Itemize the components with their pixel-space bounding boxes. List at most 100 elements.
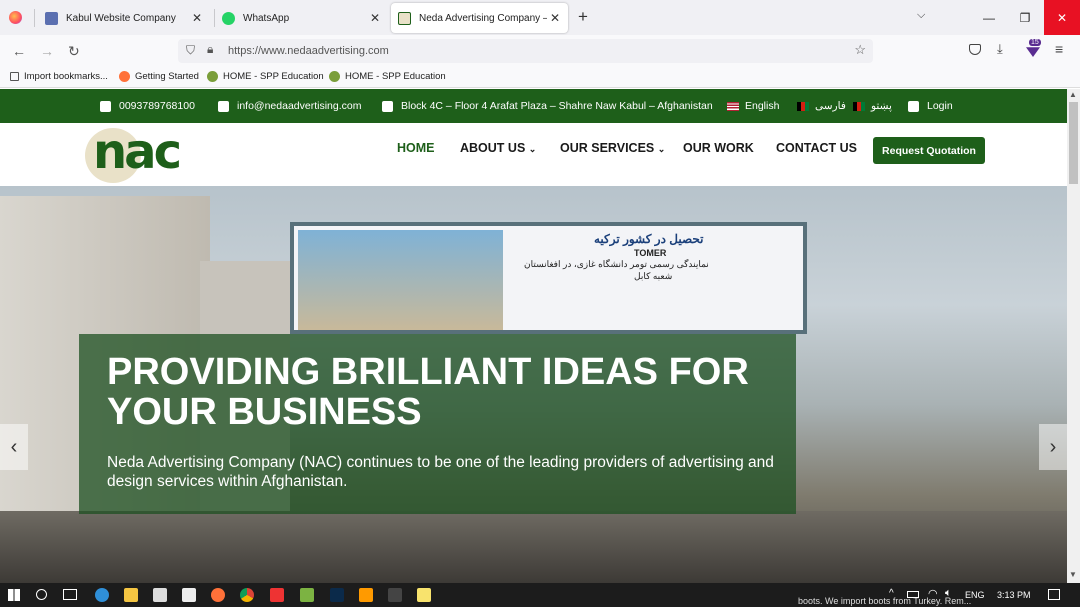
- mail-icon[interactable]: [182, 588, 196, 602]
- edge-icon[interactable]: [95, 588, 109, 602]
- battery-icon[interactable]: [907, 591, 919, 598]
- back-arrow-icon[interactable]: ←: [12, 43, 26, 59]
- menu-home[interactable]: HOME: [397, 141, 435, 155]
- browser-tab-bar: Kabul Website Company ✕ WhatsApp ✕ Neda …: [0, 0, 1080, 35]
- whatsapp-icon: [222, 11, 235, 25]
- nac-favicon-icon: [398, 11, 411, 25]
- menu-work[interactable]: OUR WORK: [683, 141, 754, 155]
- volume-muted-icon[interactable]: 🔈︎: [945, 587, 952, 600]
- reload-icon[interactable]: ↻: [68, 43, 80, 60]
- scroll-thumb[interactable]: [1069, 102, 1078, 184]
- firefox-menu-icon[interactable]: [9, 11, 22, 24]
- pocket-icon[interactable]: [969, 44, 981, 55]
- scroll-up-icon[interactable]: ▲: [1069, 90, 1077, 99]
- bookmark-spp-education[interactable]: HOME - SPP Education: [207, 71, 324, 82]
- chevron-down-icon: ⌄: [657, 144, 666, 154]
- billboard-photo: [298, 230, 503, 330]
- building-icon: [382, 100, 393, 112]
- envelope-icon: [218, 100, 229, 112]
- search-icon[interactable]: [36, 589, 47, 600]
- close-window-button[interactable]: ✕: [1044, 0, 1080, 35]
- spp-icon: [207, 71, 218, 82]
- slider-prev-button[interactable]: ‹: [0, 424, 28, 470]
- phone-icon: [100, 100, 111, 112]
- request-quotation-button[interactable]: Request Quotation: [873, 137, 985, 164]
- new-tab-button[interactable]: +: [578, 7, 588, 27]
- tab-kabul-website[interactable]: Kabul Website Company ✕: [38, 3, 210, 33]
- import-icon: [10, 72, 19, 81]
- lang-farsi[interactable]: فارسی: [797, 100, 846, 112]
- billboard-title: تحصیل در کشور ترکیه: [594, 232, 704, 246]
- tab-label: Kabul Website Company: [66, 12, 176, 24]
- topbar-email[interactable]: info@nedaadvertising.com: [218, 100, 361, 112]
- kabul-website-favicon-icon: [45, 11, 58, 25]
- tracking-shield-icon[interactable]: ⛉: [186, 43, 195, 58]
- url-bar[interactable]: ⛉ 🔒︎ https://www.nedaadvertising.com ☆: [178, 39, 873, 63]
- bookmark-import[interactable]: Import bookmarks...: [10, 71, 108, 82]
- user-icon: [908, 100, 919, 112]
- tab-whatsapp[interactable]: WhatsApp ✕: [216, 3, 388, 33]
- store-icon[interactable]: [153, 588, 167, 602]
- menu-services[interactable]: OUR SERVICES ⌄: [560, 141, 665, 155]
- app-menu-icon[interactable]: ≡: [1055, 41, 1063, 57]
- extension-badge: 15: [1029, 39, 1041, 46]
- street-scene: [0, 511, 1067, 583]
- photoshop-icon[interactable]: [330, 588, 344, 602]
- sticky-notes-icon[interactable]: [417, 588, 431, 602]
- chevron-down-icon: ⌄: [528, 144, 537, 154]
- windows-taskbar: boots. We import boots from Turkey. Rem.…: [0, 583, 1080, 607]
- list-tabs-chevron-icon[interactable]: ⌵: [917, 9, 925, 22]
- page-scrollbar[interactable]: ▲ ▼: [1067, 89, 1080, 583]
- restore-button[interactable]: ❐: [1007, 0, 1043, 35]
- forward-arrow-icon[interactable]: →: [40, 43, 54, 59]
- afghan-flag-icon: [797, 101, 809, 111]
- language-indicator[interactable]: ENG: [965, 590, 985, 600]
- firefox-icon: [119, 71, 130, 82]
- wifi-icon[interactable]: ◠: [928, 587, 938, 600]
- firefox-taskbar-icon[interactable]: [211, 588, 225, 602]
- slider-next-button[interactable]: ›: [1039, 424, 1067, 470]
- billboard: تحصیل در کشور ترکیه TOMER نمایندگی رسمی …: [290, 222, 807, 334]
- site-logo[interactable]: nac: [85, 124, 205, 183]
- hero-slider: تحصیل در کشور ترکیه TOMER نمایندگی رسمی …: [0, 186, 1067, 583]
- bookmark-spp-education-2[interactable]: HOME - SPP Education: [329, 71, 446, 82]
- windows-start-icon[interactable]: [8, 589, 20, 601]
- chrome-icon[interactable]: [240, 588, 254, 602]
- site-topbar: 0093789768100 info@nedaadvertising.com B…: [0, 89, 1067, 123]
- calculator-icon[interactable]: [388, 588, 402, 602]
- tab-neda-advertising[interactable]: Neda Advertising Company – Y ✕: [391, 3, 568, 33]
- menu-contact[interactable]: CONTACT US: [776, 141, 857, 155]
- app-icon[interactable]: [300, 588, 314, 602]
- file-explorer-icon[interactable]: [124, 588, 138, 602]
- us-flag-icon: [727, 101, 739, 111]
- tab-label: WhatsApp: [243, 12, 290, 24]
- bookmarks-bar: Import bookmarks... Getting Started HOME…: [0, 67, 1080, 88]
- url-text[interactable]: https://www.nedaadvertising.com: [228, 45, 389, 57]
- menu-about[interactable]: ABOUT US ⌄: [460, 141, 536, 155]
- close-tab-icon[interactable]: ✕: [192, 11, 202, 25]
- topbar-address: Block 4C – Floor 4 Arafat Plaza – Shahre…: [382, 100, 713, 112]
- logo-text: nac: [93, 124, 182, 180]
- show-hidden-icons[interactable]: ^: [889, 588, 894, 599]
- lock-icon[interactable]: 🔒︎: [207, 42, 213, 57]
- close-tab-icon[interactable]: ✕: [550, 11, 560, 25]
- clock[interactable]: 3:13 PM: [997, 590, 1031, 600]
- acrobat-icon[interactable]: [270, 588, 284, 602]
- illustrator-icon[interactable]: [359, 588, 373, 602]
- scroll-down-icon[interactable]: ▼: [1069, 570, 1077, 579]
- lang-english[interactable]: English: [727, 100, 779, 112]
- downloads-icon[interactable]: ⤓: [997, 41, 1003, 57]
- task-view-icon[interactable]: [63, 589, 77, 600]
- minimize-button[interactable]: —: [971, 0, 1007, 35]
- spp-icon: [329, 71, 340, 82]
- browser-nav-bar: ← → ↻ ⛉ 🔒︎ https://www.nedaadvertising.c…: [0, 35, 1080, 67]
- bookmark-star-icon[interactable]: ☆: [854, 42, 866, 58]
- billboard-line: نمایندگی رسمی تومر دانشگاه غازی، در افغا…: [524, 259, 709, 269]
- topbar-phone[interactable]: 0093789768100: [100, 100, 195, 112]
- billboard-city: شعبه کابل: [634, 271, 673, 281]
- close-tab-icon[interactable]: ✕: [370, 11, 380, 25]
- notifications-icon[interactable]: [1048, 589, 1060, 600]
- bookmark-getting-started[interactable]: Getting Started: [119, 71, 199, 82]
- lang-pashto[interactable]: پښتو: [853, 100, 892, 112]
- login-link[interactable]: Login: [908, 100, 953, 112]
